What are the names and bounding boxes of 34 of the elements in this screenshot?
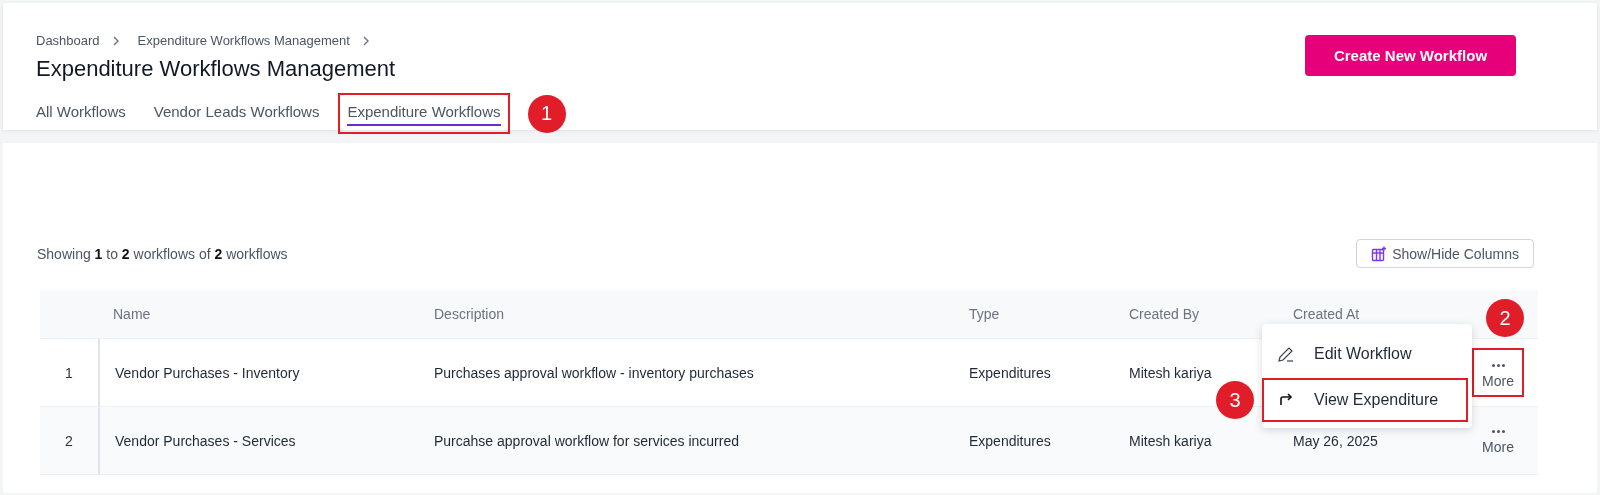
table-cell: Mitesh kariya: [1129, 432, 1212, 449]
column-header: Name: [113, 306, 151, 322]
chevron-icon: [111, 35, 120, 46]
step-number-badge: 1: [527, 94, 566, 133]
table-cell: Expenditures: [969, 432, 1051, 449]
table-cell: Vendor Purchases - Inventory: [115, 364, 300, 381]
tab[interactable]: All Workflows: [36, 103, 126, 126]
page-title: Expenditure Workflows Management: [36, 56, 396, 82]
table-cell: Expenditures: [969, 364, 1051, 381]
column-header: Type: [969, 306, 1000, 322]
menu-item[interactable]: View Expenditure: [1262, 378, 1468, 422]
tab[interactable]: Vendor Leads Workflows: [153, 103, 320, 126]
column-header: Description: [434, 306, 505, 322]
step-number-badge: 3: [1216, 381, 1254, 419]
column-header: Created At: [1293, 306, 1360, 322]
row-number: 1: [65, 364, 73, 381]
table-cell: Purchases approval workflow - inventory purchases: [434, 364, 754, 381]
more-button[interactable]: More: [1472, 420, 1524, 461]
table-cell: Vendor Purchases - Services: [115, 432, 296, 449]
breadcrumb-link[interactable]: Expenditure Workflows Management: [137, 33, 350, 48]
create-workflow-button[interactable]: Create New Workflow: [1305, 35, 1516, 76]
table-cell: Mitesh kariya: [1129, 364, 1212, 381]
results-summary: Showing 1 to 2 workflows of 2 workflows: [37, 245, 288, 262]
row-number: 2: [65, 432, 73, 449]
table-cell: May 26, 2025: [1293, 432, 1378, 449]
show-hide-columns-button[interactable]: Show/Hide Columns: [1356, 239, 1534, 268]
breadcrumb-link[interactable]: Dashboard: [36, 33, 100, 48]
more-button[interactable]: More: [1472, 348, 1524, 397]
column-header: Created By: [1129, 306, 1200, 322]
tab[interactable]: Expenditure Workflows: [347, 103, 501, 126]
table-cell: Purcahse approval workflow for services incurred: [434, 432, 739, 449]
table-columns-icon: [1371, 245, 1388, 262]
menu-item[interactable]: Edit Workflow: [1262, 332, 1468, 376]
chevron-icon: [361, 35, 370, 46]
